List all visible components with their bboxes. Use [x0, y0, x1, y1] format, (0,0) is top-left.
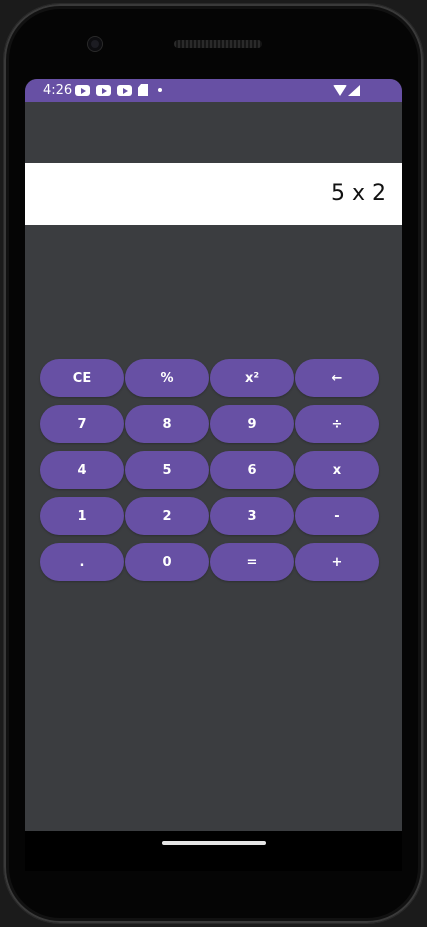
status-bar: 4:26 [25, 79, 402, 102]
digit-5-button[interactable]: 5 [125, 451, 209, 489]
notification-icons [75, 84, 162, 96]
navigation-bar [25, 831, 402, 871]
digit-1-button[interactable]: 1 [40, 497, 124, 535]
sd-card-icon [138, 84, 148, 96]
digit-0-button[interactable]: 0 [125, 543, 209, 581]
youtube-icon [96, 84, 111, 96]
digit-9-button[interactable]: 9 [210, 405, 294, 443]
dot-icon [158, 88, 162, 92]
digit-2-button[interactable]: 2 [125, 497, 209, 535]
digit-6-button[interactable]: 6 [210, 451, 294, 489]
expression-text: 5 x 2 [331, 181, 386, 206]
earpiece-speaker [174, 40, 262, 48]
subtract-button[interactable]: - [295, 497, 379, 535]
equals-button[interactable]: = [210, 543, 294, 581]
add-button[interactable]: + [295, 543, 379, 581]
youtube-icon [75, 84, 90, 96]
home-gesture-handle[interactable] [162, 841, 266, 845]
youtube-icon [117, 84, 132, 96]
app-screen: 4:26 5 x 2 CE % x² ← 7 8 9 ÷ 4 5 6 x 1 2… [25, 79, 402, 831]
digit-7-button[interactable]: 7 [40, 405, 124, 443]
multiply-button[interactable]: x [295, 451, 379, 489]
calculator-display: 5 x 2 [25, 163, 402, 225]
percent-button[interactable]: % [125, 359, 209, 397]
backspace-button[interactable]: ← [295, 359, 379, 397]
front-camera-icon [88, 37, 102, 51]
keypad: CE % x² ← 7 8 9 ÷ 4 5 6 x 1 2 3 - . 0 = … [40, 359, 379, 581]
clear-entry-button[interactable]: CE [40, 359, 124, 397]
divide-button[interactable]: ÷ [295, 405, 379, 443]
decimal-point-button[interactable]: . [40, 543, 124, 581]
signal-icon [348, 85, 360, 96]
digit-3-button[interactable]: 3 [210, 497, 294, 535]
digit-8-button[interactable]: 8 [125, 405, 209, 443]
wifi-icon [333, 85, 347, 96]
status-time: 4:26 [43, 83, 73, 98]
square-button[interactable]: x² [210, 359, 294, 397]
digit-4-button[interactable]: 4 [40, 451, 124, 489]
